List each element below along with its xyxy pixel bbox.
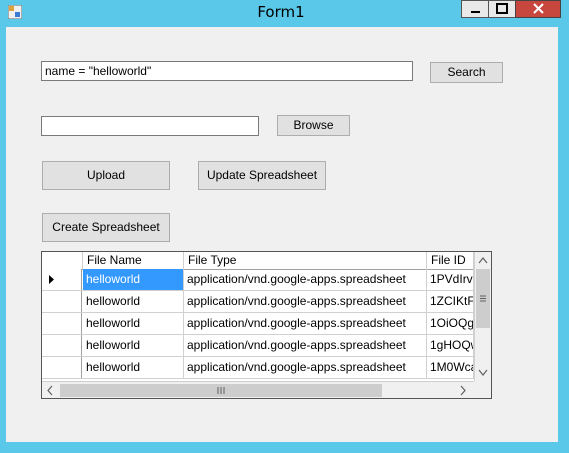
- search-button[interactable]: Search: [430, 62, 503, 83]
- row-header[interactable]: [42, 313, 82, 334]
- row-header[interactable]: [42, 335, 82, 356]
- update-spreadsheet-button[interactable]: Update Spreadsheet: [198, 161, 326, 190]
- table-row[interactable]: helloworld application/vnd.google-apps.s…: [42, 313, 474, 335]
- cell-file-id[interactable]: 1PVdIrvq: [427, 269, 474, 290]
- cell-file-id[interactable]: 1M0Wca: [427, 357, 474, 378]
- cell-file-name[interactable]: helloworld: [83, 269, 184, 290]
- title-bar[interactable]: Form1: [0, 0, 569, 26]
- maximize-icon: [496, 3, 508, 14]
- column-header-file-name[interactable]: File Name: [83, 252, 184, 269]
- cell-file-type[interactable]: application/vnd.google-apps.spreadsheet: [184, 335, 427, 356]
- scrollbar-corner: [474, 381, 491, 398]
- vertical-scrollbar-graphic: [476, 257, 490, 376]
- table-row[interactable]: helloworld application/vnd.google-apps.s…: [42, 357, 474, 379]
- scroll-up-arrow-icon: [478, 257, 488, 264]
- cell-file-type[interactable]: application/vnd.google-apps.spreadsheet: [184, 291, 427, 312]
- cell-file-type[interactable]: application/vnd.google-apps.spreadsheet: [184, 357, 427, 378]
- horizontal-scrollbar-graphic: [47, 384, 466, 397]
- row-header[interactable]: [42, 291, 82, 312]
- cell-file-id[interactable]: 1ZCIKtF2: [427, 291, 474, 312]
- scroll-right-arrow-icon: [460, 385, 466, 396]
- maximize-button[interactable]: [488, 0, 516, 18]
- table-row[interactable]: helloworld application/vnd.google-apps.s…: [42, 335, 474, 357]
- row-header[interactable]: [42, 269, 82, 290]
- close-icon: [533, 3, 544, 14]
- column-header-file-id[interactable]: File ID: [427, 252, 474, 269]
- table-row[interactable]: helloworld application/vnd.google-apps.s…: [42, 269, 474, 291]
- horizontal-scrollbar[interactable]: [42, 381, 474, 398]
- grid-header: File Name File Type File ID: [42, 252, 474, 270]
- close-button[interactable]: [515, 0, 561, 18]
- cell-file-name[interactable]: helloworld: [83, 357, 184, 378]
- scroll-left-arrow-icon: [47, 385, 53, 396]
- cell-file-id[interactable]: 1OiOQga: [427, 313, 474, 334]
- browse-button[interactable]: Browse: [277, 115, 350, 136]
- cell-file-name[interactable]: helloworld: [83, 291, 184, 312]
- row-header[interactable]: [42, 357, 82, 378]
- cell-file-type[interactable]: application/vnd.google-apps.spreadsheet: [184, 313, 427, 334]
- current-row-arrow-icon: [49, 275, 54, 284]
- cell-file-id[interactable]: 1gHOQw: [427, 335, 474, 356]
- table-row[interactable]: helloworld application/vnd.google-apps.s…: [42, 291, 474, 313]
- minimize-button[interactable]: [461, 0, 489, 18]
- browse-path-input[interactable]: [41, 116, 259, 136]
- files-data-grid[interactable]: File Name File Type File ID helloworld a…: [41, 251, 492, 399]
- cell-file-type[interactable]: application/vnd.google-apps.spreadsheet: [184, 269, 427, 290]
- cell-file-name[interactable]: helloworld: [83, 335, 184, 356]
- create-spreadsheet-button[interactable]: Create Spreadsheet: [42, 213, 170, 242]
- grid-corner-header[interactable]: [42, 252, 83, 269]
- app-window: Form1 Search Browse Upload Update Spread…: [0, 0, 569, 453]
- upload-button[interactable]: Upload: [42, 161, 170, 190]
- search-query-input[interactable]: [41, 61, 413, 81]
- scroll-down-arrow-icon: [478, 369, 488, 376]
- column-header-file-type[interactable]: File Type: [184, 252, 427, 269]
- vertical-scrollbar[interactable]: [474, 252, 491, 381]
- cell-file-name[interactable]: helloworld: [83, 313, 184, 334]
- minimize-icon: [471, 11, 480, 13]
